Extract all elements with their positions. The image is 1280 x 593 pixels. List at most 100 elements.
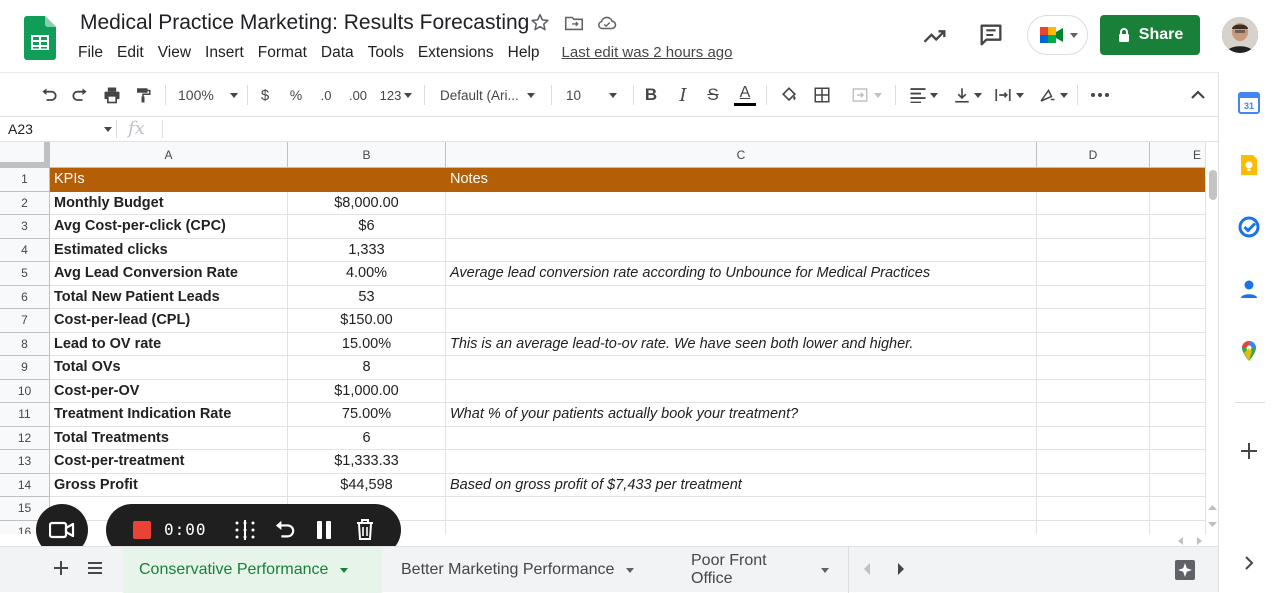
caret-down-icon[interactable] [104, 127, 112, 132]
cell-d[interactable] [1037, 238, 1150, 262]
cell-e[interactable] [1150, 262, 1205, 286]
menu-file[interactable]: File [78, 44, 109, 64]
last-edit-link[interactable]: Last edit was 2 hours ago [562, 44, 733, 64]
cloud-saved-icon[interactable] [596, 12, 620, 36]
add-icon[interactable] [1238, 440, 1262, 464]
cell-a[interactable]: Avg Lead Conversion Rate [50, 262, 288, 286]
cell-d[interactable] [1037, 473, 1150, 497]
sheet-tab-poor-front-office[interactable]: Poor Front Office [675, 547, 845, 593]
cell-c[interactable] [446, 285, 1037, 309]
sheets-logo-icon[interactable] [24, 16, 56, 60]
cell-c[interactable] [446, 520, 1037, 534]
percent-format-button[interactable]: % [286, 83, 306, 107]
avatar[interactable] [1222, 17, 1258, 53]
cell-b[interactable]: 1,333 [288, 238, 446, 262]
cell-e[interactable] [1150, 168, 1205, 192]
zoom-select[interactable]: 100% [178, 83, 240, 107]
cell-c[interactable] [446, 497, 1037, 521]
cell-c[interactable]: Average lead conversion rate according t… [446, 262, 1037, 286]
cell-a[interactable]: Total OVs [50, 356, 288, 380]
cell-e[interactable] [1150, 474, 1205, 497]
scroll-down-icon[interactable] [1208, 522, 1217, 528]
cell-a[interactable]: Cost-per-lead (CPL) [50, 309, 288, 333]
cell-c[interactable]: What % of your patients actually book yo… [446, 403, 1037, 427]
cell-a[interactable]: Monthly Budget [50, 191, 288, 215]
all-sheets-icon[interactable] [87, 561, 103, 575]
row-header[interactable]: 13 [0, 450, 50, 474]
row-header[interactable]: 4 [0, 238, 50, 262]
more-formats-button[interactable]: 123 [377, 83, 415, 107]
cell-e[interactable] [1150, 239, 1205, 262]
cell-c[interactable] [446, 191, 1037, 215]
cell-a[interactable]: KPIs [50, 168, 288, 192]
trending-icon[interactable] [921, 22, 949, 50]
row-header[interactable]: 11 [0, 403, 50, 427]
cell-a[interactable]: Avg Cost-per-click (CPC) [50, 215, 288, 239]
cell-d[interactable] [1037, 356, 1150, 380]
text-wrapping-icon[interactable] [990, 83, 1026, 107]
cell-a[interactable]: Cost-per-OV [50, 379, 288, 403]
row-header[interactable]: 9 [0, 356, 50, 380]
document-title[interactable]: Medical Practice Marketing: Results Fore… [80, 11, 529, 35]
horizontal-align-icon[interactable] [905, 83, 941, 107]
cell-a[interactable]: Total New Patient Leads [50, 285, 288, 309]
text-rotation-icon[interactable] [1034, 83, 1070, 107]
cell-e[interactable] [1150, 215, 1205, 239]
row-header[interactable]: 7 [0, 309, 50, 333]
cell-e[interactable] [1150, 286, 1205, 309]
cell-e[interactable] [1150, 333, 1205, 356]
column-header-d[interactable]: D [1037, 142, 1150, 168]
sheet-tab-conservative[interactable]: Conservative Performance [123, 547, 382, 593]
font-family-select[interactable]: Default (Ari... [440, 83, 540, 107]
column-header-a[interactable]: A [50, 142, 288, 168]
cell-b[interactable]: $6 [288, 215, 446, 239]
row-header[interactable]: 14 [0, 473, 50, 497]
menu-help[interactable]: Help [508, 44, 546, 64]
cell-d[interactable] [1037, 520, 1150, 534]
scrollbar-thumb[interactable] [1209, 170, 1217, 200]
add-sheet-icon[interactable] [53, 560, 69, 576]
vertical-align-icon[interactable] [949, 83, 985, 107]
more-options-icon[interactable] [1088, 83, 1112, 107]
cell-b[interactable]: 4.00% [288, 262, 446, 286]
cell-d[interactable] [1037, 497, 1150, 521]
cell-d[interactable] [1037, 309, 1150, 333]
star-icon[interactable] [529, 12, 553, 36]
horizontal-scroll-arrows[interactable] [1170, 536, 1210, 546]
vertical-scrollbar[interactable] [1205, 142, 1218, 534]
cell-e[interactable] [1150, 356, 1205, 380]
cell-b[interactable]: $8,000.00 [288, 191, 446, 215]
cell-e[interactable] [1150, 521, 1205, 535]
decrease-decimal-button[interactable]: .0 [316, 83, 336, 107]
move-folder-icon[interactable] [563, 12, 587, 36]
borders-icon[interactable] [811, 83, 833, 107]
menu-view[interactable]: View [158, 44, 197, 64]
cell-d[interactable] [1037, 191, 1150, 215]
share-button[interactable]: Share [1100, 15, 1200, 55]
cell-b[interactable]: $150.00 [288, 309, 446, 333]
cell-b[interactable]: 75.00% [288, 403, 446, 427]
cell-d[interactable] [1037, 426, 1150, 450]
stop-recording-icon[interactable] [133, 521, 151, 539]
cell-b[interactable]: $1,333.33 [288, 450, 446, 474]
cell-e[interactable] [1150, 403, 1205, 427]
collapse-menus-icon[interactable] [1186, 83, 1210, 107]
cell-d[interactable] [1037, 262, 1150, 286]
menu-format[interactable]: Format [258, 44, 313, 64]
paint-format-icon[interactable] [132, 83, 154, 107]
row-header[interactable]: 6 [0, 285, 50, 309]
cell-b[interactable]: 8 [288, 356, 446, 380]
cell-a[interactable]: Estimated clicks [50, 238, 288, 262]
text-color-button[interactable]: A [733, 83, 757, 107]
cell-b[interactable] [288, 168, 446, 192]
tasks-icon[interactable] [1238, 216, 1262, 240]
select-all-corner[interactable] [0, 142, 50, 168]
cell-e[interactable] [1150, 380, 1205, 403]
increase-decimal-button[interactable]: .00 [346, 83, 370, 107]
cell-d[interactable] [1037, 168, 1150, 192]
cell-b[interactable]: 6 [288, 426, 446, 450]
cell-c[interactable] [446, 309, 1037, 333]
fill-color-icon[interactable] [778, 83, 800, 107]
column-header-e[interactable]: E [1150, 142, 1205, 168]
drag-handle-icon[interactable] [234, 520, 256, 540]
